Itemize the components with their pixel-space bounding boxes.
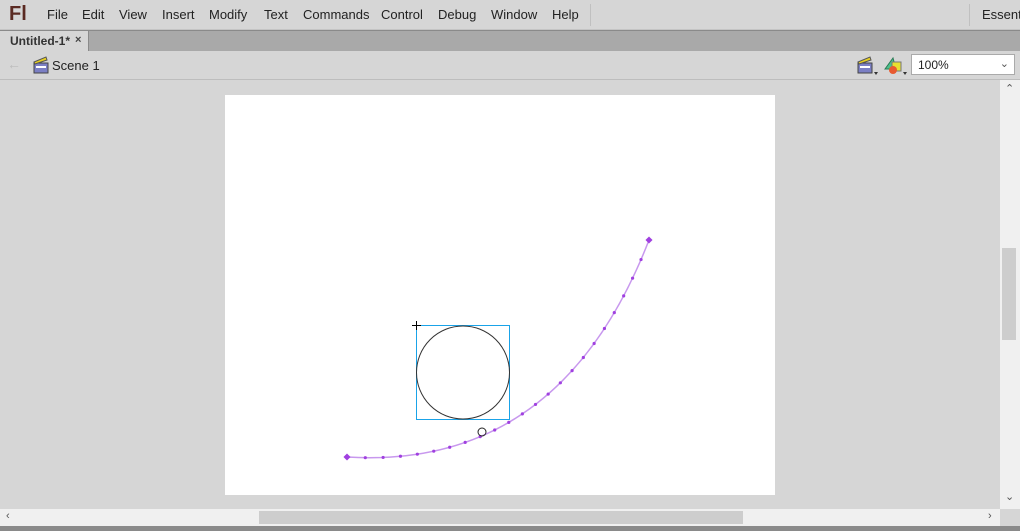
menu-window[interactable]: Window (491, 7, 537, 22)
document-tab-bar: Untitled-1* × (0, 30, 1020, 51)
frame-marker[interactable] (581, 355, 585, 360)
menu-insert[interactable]: Insert (162, 7, 195, 22)
zoom-select[interactable]: 100% ⌄ (911, 54, 1015, 75)
menu-modify[interactable]: Modify (209, 7, 247, 22)
menu-debug[interactable]: Debug (438, 7, 476, 22)
horizontal-scroll-thumb[interactable] (259, 511, 743, 524)
frame-marker[interactable] (570, 369, 574, 373)
frame-marker[interactable] (612, 311, 616, 315)
chevron-down-icon[interactable]: ⌄ (1005, 490, 1014, 503)
document-tab-title: Untitled-1* (10, 34, 70, 48)
frame-marker[interactable] (533, 402, 538, 407)
frame-marker[interactable] (432, 449, 436, 453)
stage-pasteboard[interactable] (0, 80, 1000, 509)
divider (590, 4, 591, 26)
frame-marker[interactable] (493, 428, 497, 432)
zoom-value: 100% (918, 58, 949, 72)
chevron-left-icon[interactable]: ‹ (6, 510, 10, 522)
menu-view[interactable]: View (119, 7, 147, 22)
scene-label: Scene 1 (52, 58, 100, 73)
frame-marker[interactable] (398, 454, 403, 458)
chevron-up-icon[interactable]: ⌃ (1005, 82, 1014, 95)
menu-text[interactable]: Text (264, 7, 288, 22)
frame-marker[interactable] (363, 456, 367, 460)
frame-marker[interactable] (381, 455, 385, 460)
divider (969, 4, 970, 26)
chevron-right-icon[interactable]: › (988, 510, 992, 522)
edit-scene-icon[interactable] (857, 56, 879, 76)
frame-marker[interactable] (630, 276, 635, 280)
chevron-down-icon: ⌄ (999, 58, 1009, 70)
frame-marker[interactable] (520, 412, 524, 416)
frame-marker[interactable] (622, 294, 626, 298)
document-tab[interactable]: Untitled-1* × (0, 31, 89, 51)
menu-help[interactable]: Help (552, 7, 579, 22)
menu-bar: Fl File Edit View Insert Modify Text Com… (0, 0, 1020, 30)
frame-marker[interactable] (546, 392, 550, 396)
close-icon[interactable]: × (75, 34, 81, 46)
frame-marker[interactable] (463, 440, 467, 445)
edit-symbols-icon[interactable] (884, 55, 908, 76)
frame-marker[interactable] (558, 381, 562, 385)
workspace-switcher[interactable]: Essentials (982, 7, 1020, 22)
panel-divider (0, 526, 1020, 531)
arrow-left-icon[interactable]: ← (7, 56, 21, 72)
vertical-scroll-thumb[interactable] (1002, 248, 1016, 340)
stage[interactable] (225, 95, 775, 495)
vertical-scrollbar[interactable]: ⌃ ⌄ (1000, 80, 1020, 509)
stage-canvas[interactable] (0, 80, 1000, 509)
frame-marker[interactable] (415, 452, 419, 456)
clapperboard-icon (33, 56, 49, 74)
frame-marker[interactable] (507, 420, 511, 424)
app-logo: Fl (9, 3, 27, 25)
frame-marker[interactable] (448, 445, 452, 449)
frame-marker[interactable] (592, 341, 596, 346)
frame-marker[interactable] (602, 326, 607, 331)
horizontal-scrollbar[interactable]: ‹ › (0, 509, 1000, 526)
menu-file[interactable]: File (47, 7, 68, 22)
menu-commands[interactable]: Commands (303, 7, 369, 22)
menu-edit[interactable]: Edit (82, 7, 104, 22)
frame-marker[interactable] (639, 257, 643, 262)
menu-control[interactable]: Control (381, 7, 423, 22)
edit-bar: ← Scene 1 100% ⌄ (0, 51, 1020, 80)
